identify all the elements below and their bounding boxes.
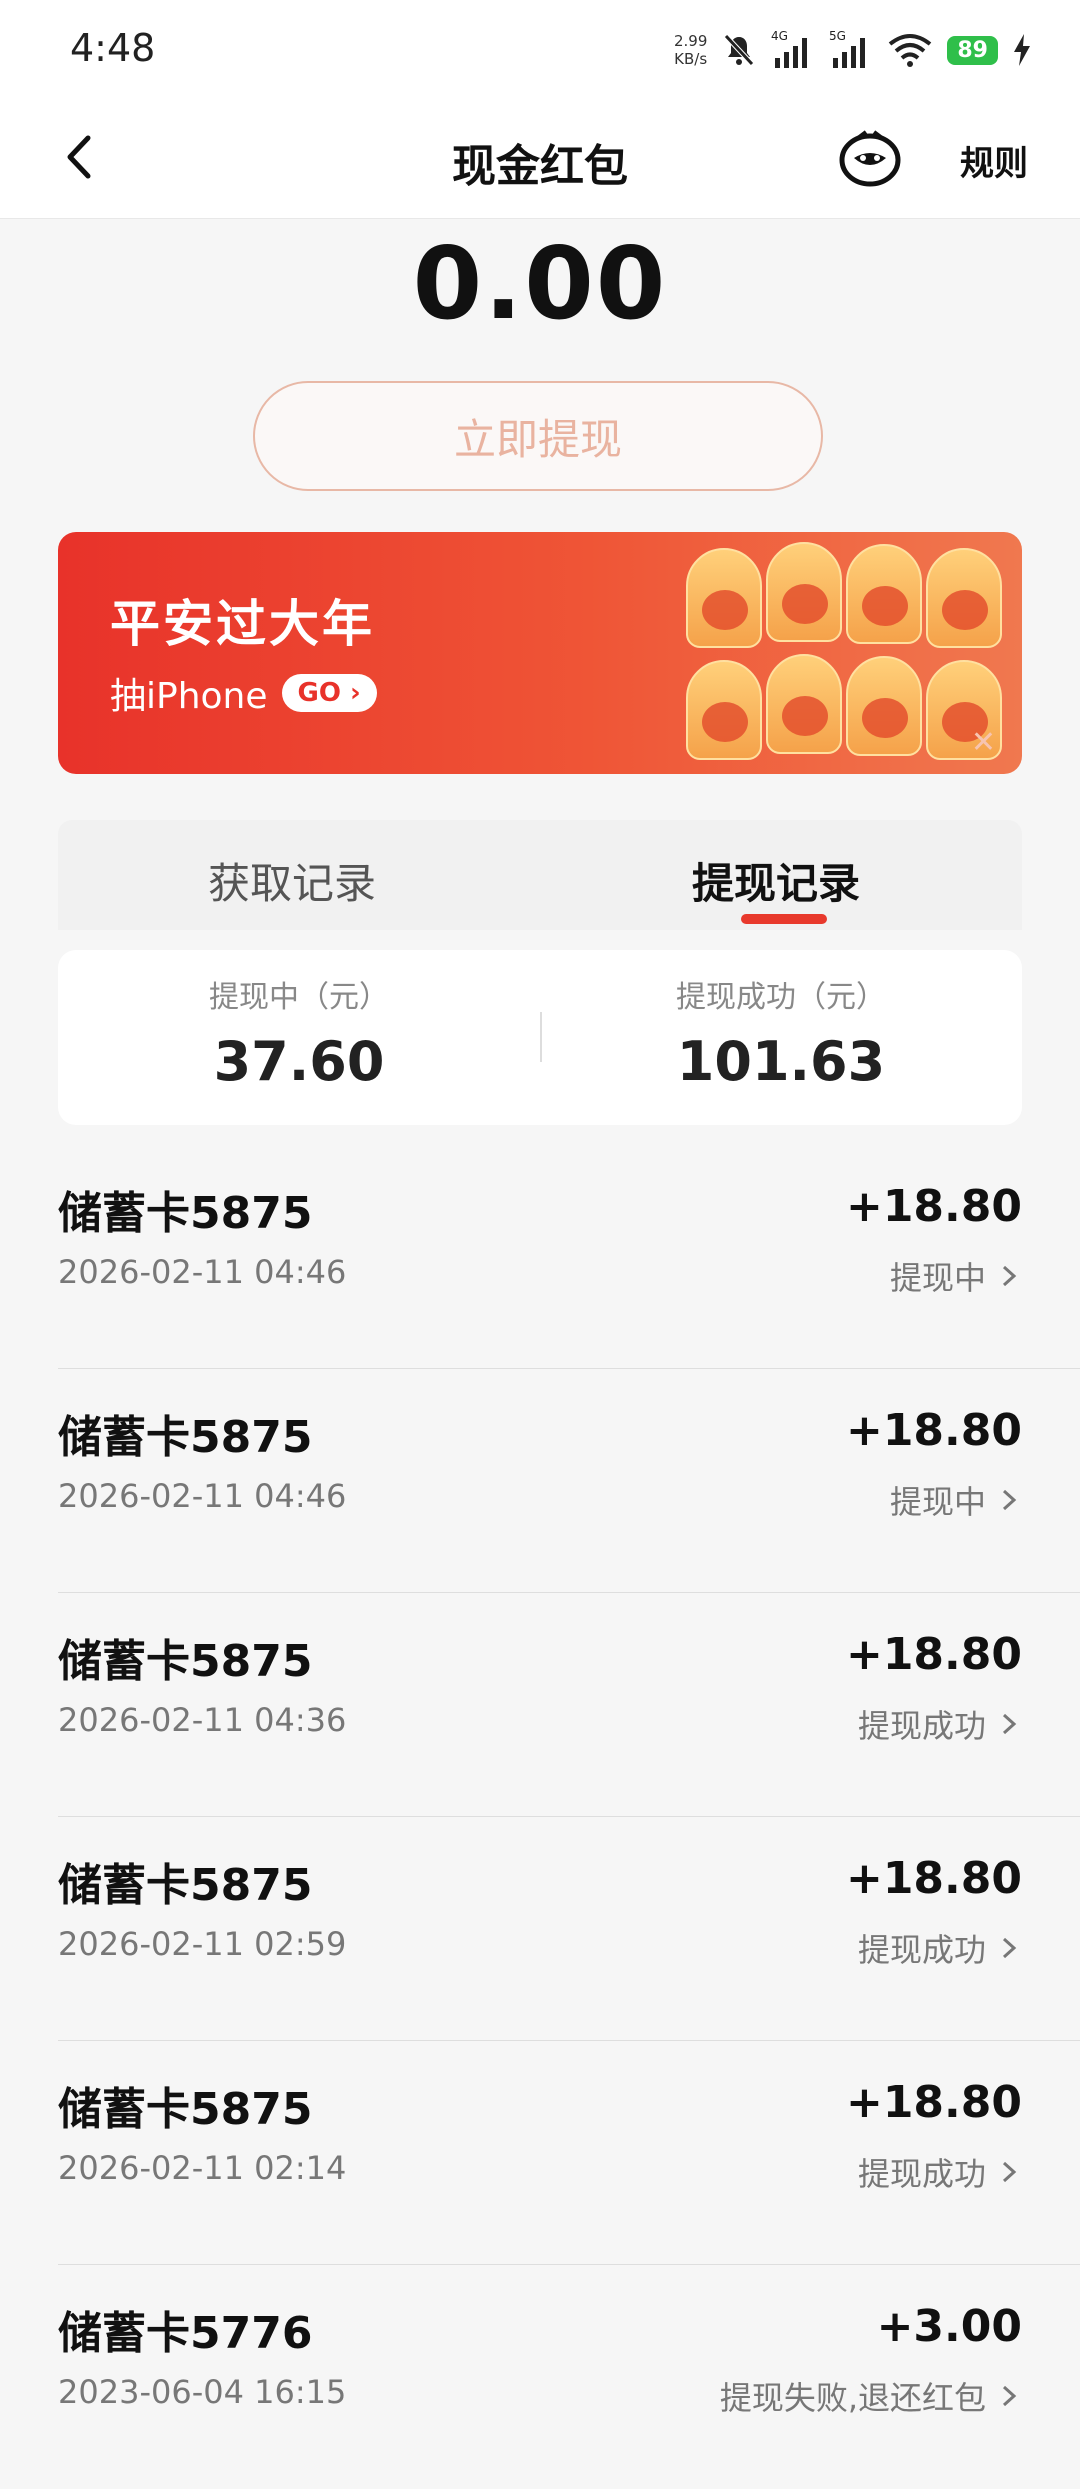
balance-amount: 0.00	[412, 225, 668, 342]
page-title: 现金红包	[452, 141, 628, 192]
net-speed-value: 2.99	[673, 32, 708, 50]
success-label: 提现成功（元）	[676, 980, 886, 1015]
record-date: 2026-02-11 04:36	[58, 1701, 347, 1739]
record-status-label: 提现中	[889, 1483, 986, 1521]
pending-value: 37.60	[213, 1030, 385, 1093]
status-bar: 4:48 2.99 KB/s 4G 5G 89	[0, 0, 1080, 100]
record-card-name: 储蓄卡5875	[58, 1412, 313, 1463]
record-amount: +18.80	[845, 1405, 1022, 1456]
record-amount: +18.80	[845, 1853, 1022, 1904]
withdraw-now-button[interactable]: 立即提现	[253, 381, 823, 491]
record-date: 2026-02-11 02:59	[58, 1925, 347, 1963]
envelope-card	[766, 542, 842, 642]
envelope-card	[846, 544, 922, 644]
record-date: 2023-06-04 16:15	[58, 2373, 347, 2411]
promo-banner[interactable]: 平安过大年 抽iPhone GO › ✕	[58, 532, 1022, 774]
withdraw-record[interactable]: 储蓄卡5875 2026-02-11 04:36 +18.80 提现成功	[58, 1593, 1080, 1817]
signal-5g-icon: 5G	[829, 30, 873, 70]
network-speed: 2.99 KB/s	[674, 32, 707, 68]
tab-withdraw-records[interactable]: 提现记录	[692, 850, 860, 911]
net2-label: 5G	[829, 30, 846, 43]
envelope-card	[766, 654, 842, 754]
record-status-label: 提现成功	[857, 1931, 986, 1969]
record-status[interactable]: 提现失败,退还红包	[720, 2373, 1022, 2419]
record-status-label: 提现成功	[857, 2155, 986, 2193]
chevron-right-icon	[1002, 1489, 1017, 1511]
success-value: 101.63	[676, 1030, 886, 1093]
withdraw-summary-card: 提现中（元） 37.60 提现成功（元） 101.63	[58, 950, 1022, 1125]
net1-label: 4G	[771, 30, 788, 43]
record-status[interactable]: 提现成功	[858, 1925, 1022, 1971]
record-amount: +18.80	[845, 2077, 1022, 2128]
record-status[interactable]: 提现成功	[858, 2149, 1022, 2195]
envelope-card	[926, 548, 1002, 648]
record-status-label: 提现失败,退还红包	[719, 2379, 986, 2417]
banner-go-button[interactable]: GO ›	[281, 674, 377, 712]
record-amount: +18.80	[845, 1629, 1022, 1680]
withdraw-record[interactable]: 储蓄卡5776 2023-06-04 16:15 +3.00 提现失败,退还红包	[58, 2265, 1080, 2489]
record-status[interactable]: 提现成功	[858, 1701, 1022, 1747]
record-card-name: 储蓄卡5875	[58, 1188, 313, 1239]
record-date: 2026-02-11 02:14	[58, 2149, 347, 2187]
record-card-name: 储蓄卡5875	[58, 1860, 313, 1911]
withdraw-record[interactable]: 储蓄卡5875 2026-02-11 04:46 +18.80 提现中	[58, 1145, 1080, 1369]
record-card-name: 储蓄卡5875	[58, 2084, 313, 2135]
mute-bell-icon	[721, 32, 757, 68]
banner-title: 平安过大年	[110, 595, 375, 653]
net-speed-unit: KB/s	[674, 50, 708, 68]
chevron-right-icon	[1002, 1265, 1017, 1287]
wifi-icon	[887, 32, 933, 68]
nav-header: 现金红包 规则	[0, 100, 1080, 219]
active-tab-indicator	[741, 914, 827, 924]
status-icons: 2.99 KB/s 4G 5G 89	[674, 22, 1032, 78]
withdraw-record[interactable]: 储蓄卡5875 2026-02-11 02:59 +18.80 提现成功	[58, 1817, 1080, 2041]
chevron-right-icon	[1002, 2161, 1017, 2183]
record-status[interactable]: 提现中	[890, 1477, 1022, 1523]
envelope-card	[686, 548, 762, 648]
envelope-card	[846, 656, 922, 756]
chevron-right-icon	[1002, 1937, 1017, 1959]
charging-icon	[1012, 32, 1032, 68]
record-amount: +18.80	[845, 1181, 1022, 1232]
record-status-label: 提现成功	[857, 1707, 986, 1745]
record-card-name: 储蓄卡5875	[58, 1636, 313, 1687]
red-envelope-cards-image	[678, 542, 1008, 774]
pending-summary: 提现中（元） 37.60	[58, 972, 540, 1093]
signal-4g-icon: 4G	[771, 30, 815, 70]
banner-subtitle-row: 抽iPhone GO ›	[110, 667, 377, 719]
banner-close-icon[interactable]: ✕	[971, 725, 996, 760]
record-tabs: 获取记录 提现记录	[58, 820, 1022, 930]
success-summary: 提现成功（元） 101.63	[540, 972, 1022, 1093]
tab-earn-records[interactable]: 获取记录	[208, 850, 376, 911]
record-card-name: 储蓄卡5776	[58, 2308, 313, 2359]
record-status-label: 提现中	[889, 1259, 986, 1297]
withdraw-record[interactable]: 储蓄卡5875 2026-02-11 04:46 +18.80 提现中	[58, 1369, 1080, 1593]
chevron-right-icon	[1002, 1713, 1017, 1735]
pending-label: 提现中（元）	[209, 980, 389, 1015]
record-date: 2026-02-11 04:46	[58, 1477, 347, 1515]
chevron-right-icon	[1002, 2385, 1017, 2407]
banner-subtitle: 抽iPhone	[110, 676, 268, 717]
status-time: 4:48	[70, 26, 156, 70]
mascot-icon	[839, 130, 901, 187]
rules-link[interactable]: 规则	[960, 136, 1028, 185]
go-label: GO	[297, 678, 341, 708]
record-date: 2026-02-11 04:46	[58, 1253, 347, 1291]
mascot-button[interactable]	[838, 128, 902, 188]
record-status[interactable]: 提现中	[890, 1253, 1022, 1299]
withdraw-record[interactable]: 储蓄卡5875 2026-02-11 02:14 +18.80 提现成功	[58, 2041, 1080, 2265]
battery-level: 89	[947, 35, 998, 65]
record-amount: +3.00	[876, 2301, 1022, 2352]
envelope-card	[686, 660, 762, 760]
